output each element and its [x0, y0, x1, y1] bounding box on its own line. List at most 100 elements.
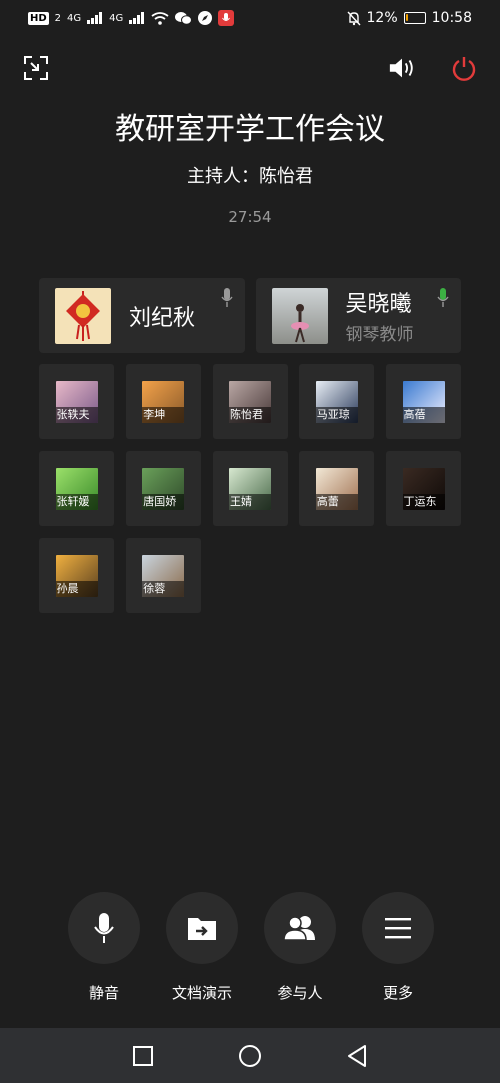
wechat-icon: [175, 12, 193, 25]
people-icon: [283, 916, 315, 941]
participant-name: 孙晨: [55, 580, 98, 597]
meeting-host: 主持人：陈怡君: [187, 166, 313, 187]
participant-name: 王婧: [229, 493, 271, 510]
speaker-button[interactable]: [388, 54, 416, 82]
participant-name: 张轶夫: [55, 406, 98, 423]
compass-app-icon: [198, 11, 213, 25]
end-meeting-button[interactable]: [450, 54, 478, 82]
bell-off-icon: [347, 11, 361, 25]
participant-tile[interactable]: 王婧: [212, 451, 288, 526]
recents-button[interactable]: [123, 1036, 163, 1076]
participant-tile[interactable]: 徐蓉: [125, 538, 201, 613]
mic-icon: [220, 288, 233, 307]
power-icon: [452, 57, 476, 81]
circle-icon: [238, 1044, 261, 1067]
battery-icon: [403, 12, 426, 24]
featured-card[interactable]: 刘纪秋: [39, 278, 245, 353]
folder-share-icon: [188, 918, 216, 940]
avatar: 李坤: [142, 380, 185, 423]
featured-name: 刘纪秋: [129, 305, 196, 331]
back-button[interactable]: [337, 1036, 377, 1076]
participants-button[interactable]: 参与人: [252, 892, 348, 1003]
signal-icon: [87, 12, 103, 24]
battery-percent: 12%: [366, 10, 398, 26]
participant-tile[interactable]: 李坤: [125, 364, 201, 439]
signal-icon-2: [129, 12, 145, 24]
participant-name: 高蓓: [402, 406, 445, 423]
avatar: [271, 287, 328, 344]
meeting-timer: 27:54: [228, 208, 272, 226]
participant-tile[interactable]: 高蓓: [386, 364, 461, 439]
participant-name: 李坤: [142, 406, 185, 423]
mute-circle: [68, 892, 140, 964]
chinese-knot-icon: [66, 290, 100, 341]
mic-active-icon: [437, 288, 449, 307]
recording-mic-icon: [218, 10, 235, 26]
featured-name-wrap: 吴晓曦 钢琴教师: [346, 286, 414, 345]
featured-name: 吴晓曦: [345, 292, 412, 317]
status-left: HD 2 4G 4G: [28, 10, 235, 26]
menu-icon: [385, 918, 411, 939]
status-right: 12% 10:58: [347, 10, 472, 26]
meeting-controls: 静音 文档演示 参与人 更多: [56, 892, 446, 1003]
share-circle: [166, 892, 238, 964]
network-1-label: 4G: [67, 12, 82, 24]
dancer-icon: [290, 303, 309, 342]
more-button[interactable]: 更多: [350, 892, 446, 1003]
participant-name: 马亚琼: [315, 406, 358, 423]
mute-label: 静音: [88, 984, 119, 1002]
featured-card[interactable]: 吴晓曦 钢琴教师: [255, 278, 461, 353]
triangle-back-icon: [347, 1044, 366, 1067]
participant-name: 张轩媛: [55, 493, 98, 510]
avatar: 陈怡君: [229, 380, 271, 423]
participant-tile[interactable]: 孙晨: [39, 538, 114, 613]
participant-grid: 张轶夫 李坤 陈怡君 马亚琼 高蓓张轩媛 唐国娇 王婧 高蕾 丁运东孙晨 徐蓉: [39, 364, 461, 613]
hd-badge: HD: [28, 11, 49, 25]
speaker-icon: [389, 58, 413, 78]
featured-name-wrap: 刘纪秋: [129, 300, 195, 332]
avatar: 丁运东: [402, 467, 445, 510]
participant-tile[interactable]: 张轶夫: [39, 364, 114, 439]
participant-tile[interactable]: 丁运东: [386, 451, 461, 526]
participants-label: 参与人: [277, 984, 323, 1002]
participant-tile[interactable]: 高蕾: [299, 451, 375, 526]
avatar: 王婧: [229, 467, 271, 510]
avatar: 徐蓉: [142, 554, 185, 597]
avatar: 唐国娇: [142, 467, 185, 510]
top-right-icons: [388, 54, 478, 82]
battery-fill: [405, 14, 408, 21]
participant-tile[interactable]: 唐国娇: [125, 451, 201, 526]
featured-role: 钢琴教师: [345, 325, 414, 345]
avatar: 张轩媛: [55, 467, 98, 510]
featured-speakers: 刘纪秋 吴晓曦 钢琴教师: [39, 278, 461, 353]
participant-tile[interactable]: 陈怡君: [212, 364, 288, 439]
clock: 10:58: [431, 10, 472, 26]
mic-icon: [94, 913, 114, 943]
mute-button[interactable]: 静音: [56, 892, 152, 1003]
avatar: [55, 287, 111, 344]
avatar: 高蕾: [315, 467, 358, 510]
avatar: 孙晨: [55, 554, 98, 597]
participant-tile[interactable]: 张轩媛: [39, 451, 114, 526]
more-circle: [362, 892, 434, 964]
shrink-icon: [24, 56, 48, 80]
participant-tile[interactable]: 马亚琼: [299, 364, 375, 439]
participant-name: 徐蓉: [142, 580, 185, 597]
hd-sub: 2: [54, 12, 62, 24]
avatar: 马亚琼: [315, 380, 358, 423]
square-icon: [133, 1045, 154, 1066]
participant-name: 陈怡君: [229, 406, 271, 423]
wifi-icon: [151, 11, 169, 25]
home-button[interactable]: [230, 1036, 270, 1076]
system-nav-bar: [0, 1028, 500, 1083]
avatar: 高蓓: [402, 380, 445, 423]
avatar: 张轶夫: [55, 380, 98, 423]
participant-name: 丁运东: [402, 493, 445, 510]
share-label: 文档演示: [171, 984, 232, 1002]
participant-name: 高蕾: [315, 493, 358, 510]
share-document-button[interactable]: 文档演示: [154, 892, 250, 1003]
minimize-window-button[interactable]: [22, 54, 50, 82]
network-2-label: 4G: [109, 12, 124, 24]
meeting-title: 教研室开学工作会议: [115, 112, 385, 147]
participant-name: 唐国娇: [142, 493, 185, 510]
